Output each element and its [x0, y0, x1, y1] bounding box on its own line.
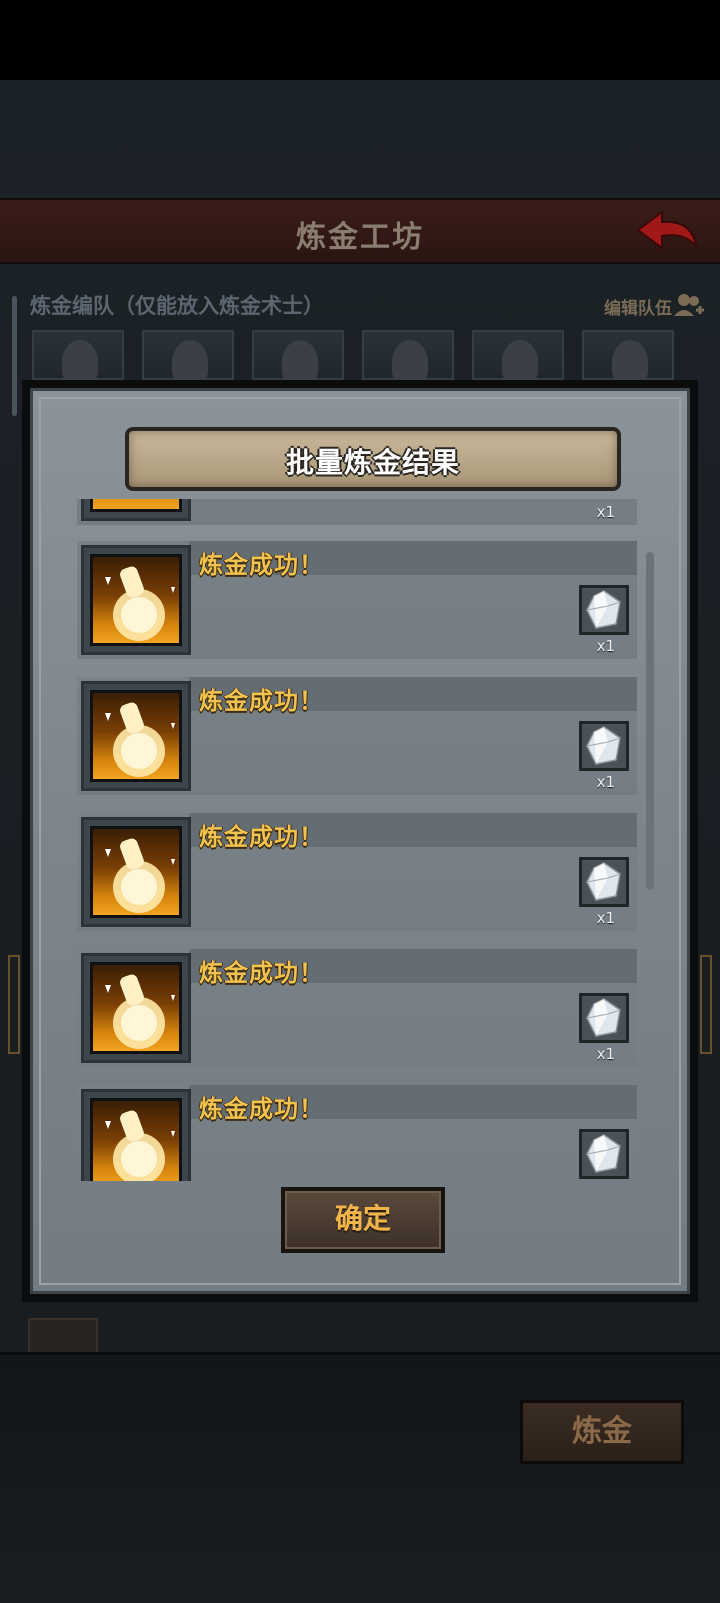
glowing-flask-icon — [105, 1110, 175, 1181]
reward-quantity: x1 — [596, 773, 615, 791]
item-slot[interactable] — [81, 545, 191, 655]
result-item: 炼金成功！ x1 — [77, 1085, 637, 1181]
team-edit-icon[interactable] — [674, 292, 704, 320]
reward-quantity: x1 — [596, 637, 615, 655]
team-slot[interactable] — [472, 330, 564, 384]
confirm-button[interactable]: 确定 — [281, 1187, 445, 1253]
result-status: 炼金成功！ — [199, 551, 324, 579]
crystal-ore-icon — [586, 862, 621, 901]
batch-result-dialog: 批量炼金结果 x1 炼金成功！ x1 炼金成功！ x1 炼金成功！ x1 炼金成… — [22, 380, 698, 1302]
team-slot[interactable] — [362, 330, 454, 384]
glowing-flask-icon — [105, 566, 175, 641]
item-slot[interactable] — [81, 1089, 191, 1181]
crystal-ore-icon — [586, 1134, 621, 1173]
result-item: 炼金成功！ x1 — [77, 949, 637, 1067]
glowing-flask-icon — [81, 499, 191, 521]
reward-slot[interactable] — [579, 993, 629, 1043]
team-slot[interactable] — [32, 330, 124, 384]
edit-team-button[interactable]: 编辑队伍 — [604, 294, 672, 319]
dialog-header-banner: 批量炼金结果 — [125, 427, 621, 491]
crystal-ore-icon — [586, 726, 621, 765]
team-portrait-row — [32, 330, 692, 384]
result-item: 炼金成功！ x1 — [77, 813, 637, 931]
back-arrow-icon[interactable] — [632, 206, 702, 254]
dialog-title: 批量炼金结果 — [285, 446, 460, 479]
side-decoration — [700, 955, 712, 1054]
reward-slot[interactable] — [579, 721, 629, 771]
team-slot[interactable] — [582, 330, 674, 384]
crystal-ore-icon — [586, 998, 621, 1037]
result-status: 炼金成功！ — [199, 959, 324, 987]
result-status: 炼金成功！ — [199, 823, 324, 851]
reward-quantity: x1 — [596, 1045, 615, 1063]
glowing-flask-icon — [105, 702, 175, 777]
result-item: 炼金成功！ x1 — [77, 541, 637, 659]
side-decoration — [8, 955, 20, 1054]
team-slot[interactable] — [252, 330, 344, 384]
item-slot[interactable] — [81, 681, 191, 791]
glowing-flask-icon — [105, 838, 175, 913]
reward-quantity: x1 — [596, 909, 615, 927]
alchemy-button[interactable]: 炼金 — [520, 1400, 684, 1464]
bottom-bar — [0, 1352, 720, 1603]
background-scrollbar — [12, 296, 17, 416]
material-slot[interactable] — [28, 1318, 98, 1354]
result-status: 炼金成功！ — [199, 1095, 324, 1123]
screen-title: 炼金工坊 — [296, 220, 424, 255]
team-label: 炼金编队（仅能放入炼金术士） — [30, 294, 324, 318]
dialog-panel: 批量炼金结果 x1 炼金成功！ x1 炼金成功！ x1 炼金成功！ x1 炼金成… — [30, 388, 690, 1294]
glowing-flask-icon — [105, 974, 175, 1049]
crystal-ore-icon — [586, 590, 621, 629]
item-slot[interactable] — [81, 953, 191, 1063]
item-slot[interactable] — [81, 817, 191, 927]
result-item: 炼金成功！ x1 — [77, 677, 637, 795]
title-bar: 炼金工坊 — [0, 198, 720, 264]
result-list[interactable]: x1 炼金成功！ x1 炼金成功！ x1 炼金成功！ x1 炼金成功！ x1 炼… — [77, 499, 675, 1181]
reward-slot[interactable] — [579, 1129, 629, 1179]
reward-slot[interactable] — [579, 857, 629, 907]
result-list-scrollbar[interactable] — [646, 552, 654, 890]
result-status: 炼金成功！ — [199, 687, 324, 715]
team-slot[interactable] — [142, 330, 234, 384]
reward-quantity: x1 — [596, 503, 615, 521]
result-item-partial: x1 — [77, 499, 637, 525]
reward-slot[interactable] — [579, 585, 629, 635]
